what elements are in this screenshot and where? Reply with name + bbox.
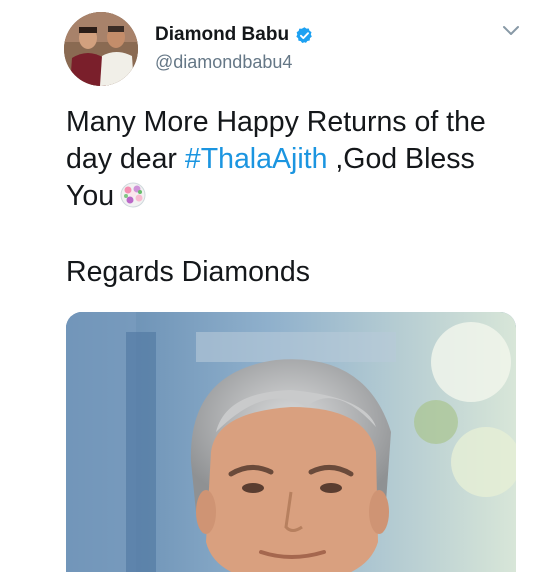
flower-bouquet-emoji [120,182,146,208]
avatar-image [64,12,138,86]
hashtag-link[interactable]: #ThalaAjith [185,143,328,175]
media-photo [66,312,516,572]
tweet-media-image[interactable] [66,312,516,572]
verified-badge-icon [296,26,312,43]
tweet-regards: Regards Diamonds [66,256,310,288]
tweet-header: Diamond Babu @diamondbabu4 [64,12,534,88]
display-name-row: Diamond Babu [155,24,314,46]
avatar[interactable] [64,12,138,86]
tweet-text: Many More Happy Returns of the day dear … [66,104,516,215]
user-names: Diamond Babu @diamondbabu4 [155,24,314,73]
chevron-down-icon[interactable] [502,25,520,37]
display-name[interactable]: Diamond Babu [155,24,289,46]
user-handle[interactable]: @diamondbabu4 [155,52,314,73]
